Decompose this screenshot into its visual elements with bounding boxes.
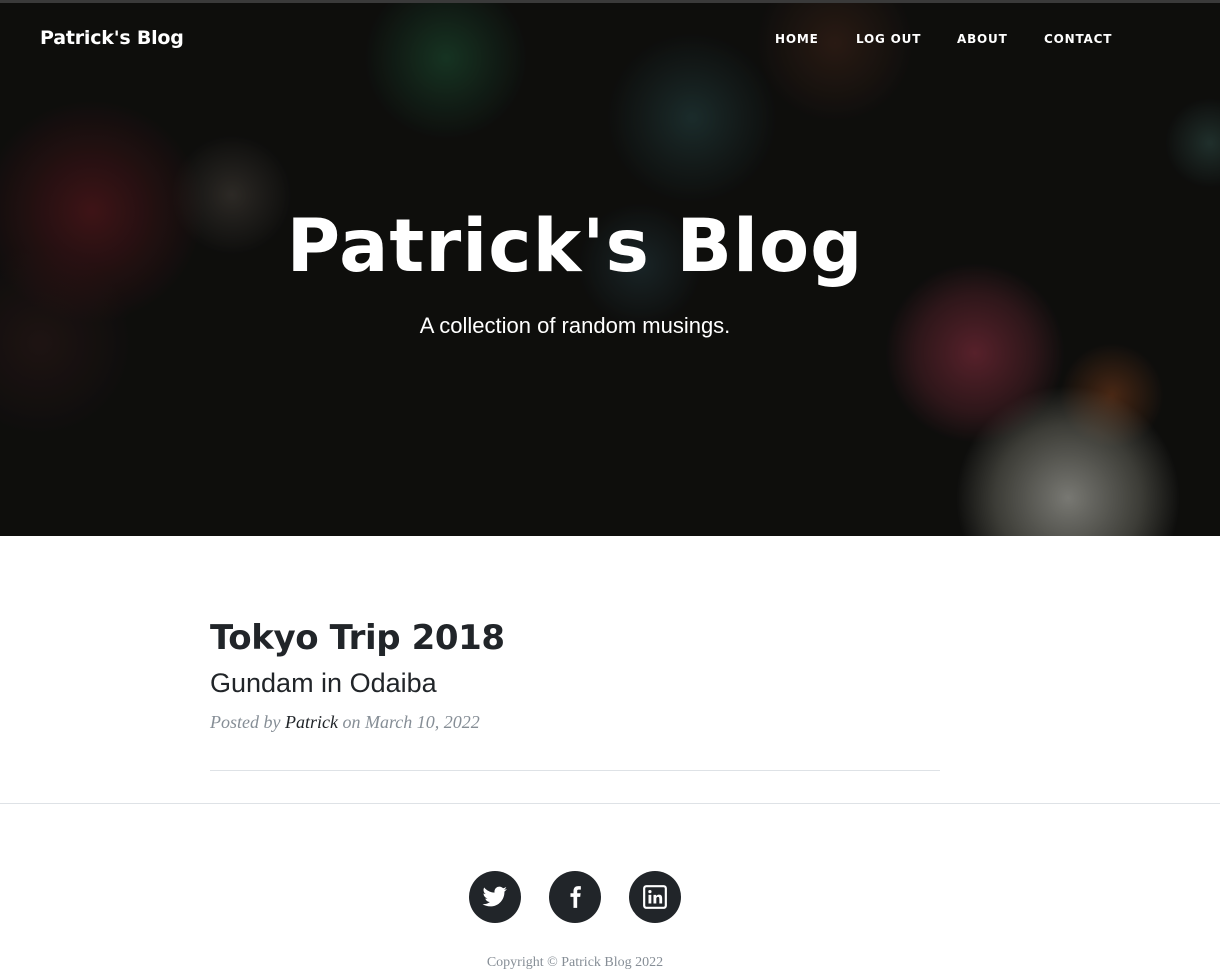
post-meta-on: on: [342, 712, 361, 732]
twitter-icon: [482, 886, 507, 907]
facebook-link[interactable]: [549, 871, 601, 923]
post-preview: Tokyo Trip 2018 Gundam in Odaiba Posted …: [210, 616, 940, 733]
post-title-link[interactable]: Tokyo Trip 2018: [210, 616, 940, 660]
nav-item-about[interactable]: ABOUT: [957, 32, 1008, 46]
post-meta: Posted by Patrick on March 10, 2022: [210, 712, 940, 733]
twitter-link[interactable]: [469, 871, 521, 923]
post-divider: [210, 770, 940, 771]
footer-divider: [0, 803, 1220, 804]
post-date: March 10, 2022: [364, 712, 480, 732]
post-meta-prefix: Posted by: [210, 712, 281, 732]
post-author-link[interactable]: Patrick: [285, 712, 338, 732]
nav-brand-link[interactable]: Patrick's Blog: [40, 27, 184, 49]
post-subtitle: Gundam in Odaiba: [210, 668, 437, 698]
nav-item-contact[interactable]: CONTACT: [1044, 32, 1112, 46]
linkedin-icon: [643, 885, 667, 909]
copyright-text: Copyright © Patrick Blog 2022: [486, 955, 664, 970]
nav-item-home[interactable]: HOME: [775, 32, 819, 46]
site-subheading: A collection of random musings.: [419, 313, 731, 338]
linkedin-link[interactable]: [629, 871, 681, 923]
masthead-header: Patrick's Blog HOME LOG OUT ABOUT CONTAC…: [0, 3, 1220, 536]
page-title: Patrick's Blog: [286, 204, 864, 289]
nav-item-logout[interactable]: LOG OUT: [856, 32, 921, 46]
main-nav: Patrick's Blog HOME LOG OUT ABOUT CONTAC…: [0, 3, 1220, 75]
facebook-icon: [570, 886, 581, 908]
